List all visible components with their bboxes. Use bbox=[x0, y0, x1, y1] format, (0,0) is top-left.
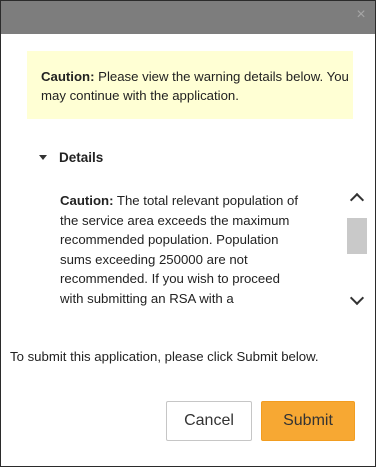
details-toggle[interactable]: Details bbox=[39, 147, 103, 167]
scroll-down-button[interactable] bbox=[347, 290, 367, 308]
submit-instructions: To submit this application, please click… bbox=[10, 349, 319, 364]
caution-notice: Caution: Please view the warning details… bbox=[27, 51, 353, 119]
warning-dialog: × Caution: Please view the warning detai… bbox=[0, 0, 376, 467]
details-body: The total relevant population of the ser… bbox=[60, 193, 298, 306]
details-scroll-area[interactable]: Caution: The total relevant population o… bbox=[29, 181, 369, 331]
details-header-label: Details bbox=[59, 149, 104, 165]
details-scrollbar[interactable] bbox=[345, 174, 369, 324]
close-icon[interactable]: × bbox=[353, 7, 369, 23]
caution-label: Caution: bbox=[41, 69, 95, 84]
cancel-button[interactable]: Cancel bbox=[166, 401, 252, 441]
chevron-down-icon bbox=[349, 290, 365, 306]
caret-down-icon bbox=[39, 154, 47, 160]
dialog-titlebar: × bbox=[1, 1, 375, 34]
details-caution-label: Caution: bbox=[60, 193, 114, 208]
chevron-up-icon bbox=[349, 192, 365, 208]
details-text: Caution: The total relevant population o… bbox=[60, 191, 305, 308]
submit-button[interactable]: Submit bbox=[261, 401, 355, 441]
scroll-up-button[interactable] bbox=[347, 190, 367, 208]
scroll-thumb[interactable] bbox=[347, 218, 367, 254]
